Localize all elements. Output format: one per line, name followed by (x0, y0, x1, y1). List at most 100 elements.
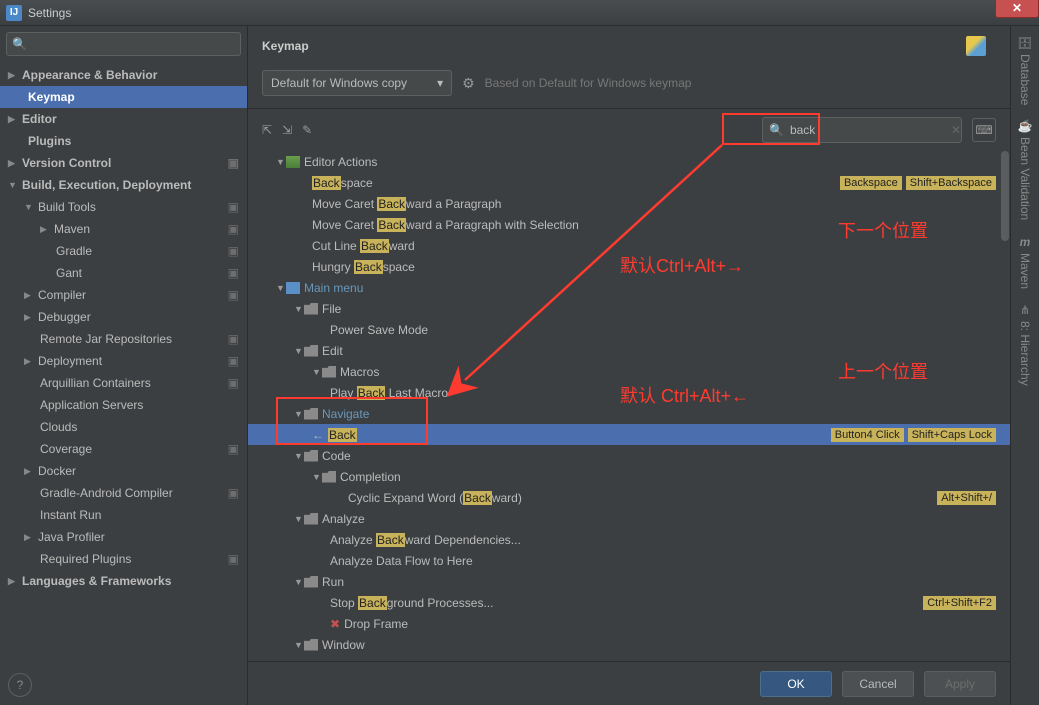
expand-all-icon[interactable]: ⇱ (262, 123, 272, 137)
folder-icon (304, 450, 318, 462)
product-logo-icon (966, 36, 986, 56)
chevron-down-icon: ▾ (437, 76, 443, 90)
folder-icon (304, 576, 318, 588)
based-on-label: Based on Default for Windows keymap (485, 76, 692, 90)
action-cyclic-expand[interactable]: Cyclic Expand Word (Backward) Alt+Shift+… (248, 487, 1010, 508)
action-back[interactable]: ←Back Button4 ClickShift+Caps Lock (248, 424, 1010, 445)
project-icon: ▣ (228, 354, 239, 368)
action-move-caret-para[interactable]: Move Caret Backward a Paragraph (248, 193, 1010, 214)
shortcut-badge: Ctrl+Shift+F2 (923, 596, 996, 610)
sidebar-search-input[interactable] (6, 32, 241, 56)
nav-docker[interactable]: ▶Docker (0, 460, 247, 482)
edit-icon[interactable]: ✎ (302, 123, 312, 137)
database-icon: 🗄 (1017, 36, 1032, 50)
tree-group-code[interactable]: ▼Code (248, 445, 1010, 466)
nav-vcs[interactable]: ▶Version Control▣ (0, 152, 247, 174)
tree-group-run[interactable]: ▼Run (248, 571, 1010, 592)
action-drop-frame[interactable]: ✖Drop Frame (248, 613, 1010, 634)
settings-sidebar: 🔍 ▶Appearance & Behavior Keymap ▶Editor … (0, 26, 248, 705)
nav-languages[interactable]: ▶Languages & Frameworks (0, 570, 247, 592)
find-by-shortcut-button[interactable]: ⌨ (972, 118, 996, 142)
titlebar: IJ Settings ✕ (0, 0, 1039, 26)
shortcut-badge: Backspace (840, 176, 902, 190)
keymap-search-input[interactable] (790, 123, 945, 137)
nav-build-tools[interactable]: ▼Build Tools▣ (0, 196, 247, 218)
help-button[interactable]: ? (8, 673, 32, 697)
tree-group-main-menu[interactable]: ▼Main menu (248, 277, 1010, 298)
project-icon: ▣ (228, 486, 239, 500)
nav-keymap[interactable]: Keymap (0, 86, 247, 108)
back-arrow-icon: ← (312, 428, 324, 442)
nav-editor[interactable]: ▶Editor (0, 108, 247, 130)
tool-window-rail: 🗄Database ☕Bean Validation mMaven ⋔8: Hi… (1010, 26, 1039, 705)
nav-arquillian[interactable]: Arquillian Containers▣ (0, 372, 247, 394)
tree-group-navigate[interactable]: ▼Navigate (248, 403, 1010, 424)
project-icon: ▣ (228, 222, 239, 236)
nav-app-servers[interactable]: Application Servers (0, 394, 247, 416)
project-icon: ▣ (228, 288, 239, 302)
nav-required-plugins[interactable]: Required Plugins▣ (0, 548, 247, 570)
gear-icon[interactable]: ⚙ (462, 75, 475, 92)
action-analyze-flow[interactable]: Analyze Data Flow to Here (248, 550, 1010, 571)
nav-appearance[interactable]: ▶Appearance & Behavior (0, 64, 247, 86)
shortcut-badge: Alt+Shift+/ (937, 491, 996, 505)
tree-group-completion[interactable]: ▼Completion (248, 466, 1010, 487)
settings-nav-tree[interactable]: ▶Appearance & Behavior Keymap ▶Editor Pl… (0, 62, 247, 665)
action-power-save[interactable]: Power Save Mode (248, 319, 1010, 340)
nav-remote-jar[interactable]: Remote Jar Repositories▣ (0, 328, 247, 350)
nav-deployment[interactable]: ▶Deployment▣ (0, 350, 247, 372)
tree-group-macros[interactable]: ▼Macros (248, 361, 1010, 382)
nav-coverage[interactable]: Coverage▣ (0, 438, 247, 460)
clear-icon[interactable]: ✕ (951, 123, 961, 137)
dialog-button-bar: OK Cancel Apply (248, 661, 1010, 705)
keymap-profile-dropdown[interactable]: Default for Windows copy ▾ (262, 70, 452, 96)
tree-group-editor-actions[interactable]: ▼Editor Actions (248, 151, 1010, 172)
rail-maven[interactable]: mMaven (1018, 235, 1032, 289)
folder-icon (304, 303, 318, 315)
rail-bean-validation[interactable]: ☕Bean Validation (1018, 119, 1033, 220)
folder-icon (286, 156, 300, 168)
rail-database[interactable]: 🗄Database (1017, 36, 1032, 105)
action-tree[interactable]: ▼Editor Actions Backspace BackspaceShift… (248, 151, 1010, 705)
action-cut-line-backward[interactable]: Cut Line Backward (248, 235, 1010, 256)
tree-group-window[interactable]: ▼Window (248, 634, 1010, 655)
bean-icon: ☕ (1018, 119, 1033, 133)
tree-group-analyze[interactable]: ▼Analyze (248, 508, 1010, 529)
search-icon: 🔍 (12, 37, 27, 51)
nav-gradle-android[interactable]: Gradle-Android Compiler▣ (0, 482, 247, 504)
nav-plugins[interactable]: Plugins (0, 130, 247, 152)
hierarchy-icon: ⋔ (1020, 303, 1030, 317)
nav-gant[interactable]: Gant▣ (0, 262, 247, 284)
folder-icon (304, 639, 318, 651)
window-title: Settings (28, 6, 71, 20)
project-icon: ▣ (228, 244, 239, 258)
keymap-search-field[interactable]: 🔍 ✕ (762, 117, 962, 143)
collapse-all-icon[interactable]: ⇲ (282, 123, 292, 137)
ok-button[interactable]: OK (760, 671, 832, 697)
nav-build[interactable]: ▼Build, Execution, Deployment (0, 174, 247, 196)
nav-java-profiler[interactable]: ▶Java Profiler (0, 526, 247, 548)
tree-group-file[interactable]: ▼File (248, 298, 1010, 319)
nav-maven[interactable]: ▶Maven▣ (0, 218, 247, 240)
project-icon: ▣ (228, 200, 239, 214)
nav-clouds[interactable]: Clouds (0, 416, 247, 438)
action-play-last-macro[interactable]: Play Back Last Macro (248, 382, 1010, 403)
tree-group-edit[interactable]: ▼Edit (248, 340, 1010, 361)
action-hungry-backspace[interactable]: Hungry Backspace (248, 256, 1010, 277)
nav-compiler[interactable]: ▶Compiler▣ (0, 284, 247, 306)
action-analyze-backward-deps[interactable]: Analyze Backward Dependencies... (248, 529, 1010, 550)
action-stop-bg[interactable]: Stop Background Processes... Ctrl+Shift+… (248, 592, 1010, 613)
folder-icon (322, 366, 336, 378)
action-backspace[interactable]: Backspace BackspaceShift+Backspace (248, 172, 1010, 193)
nav-debugger[interactable]: ▶Debugger (0, 306, 247, 328)
folder-icon (304, 513, 318, 525)
folder-icon (304, 408, 318, 420)
cancel-button[interactable]: Cancel (842, 671, 914, 697)
apply-button[interactable]: Apply (924, 671, 996, 697)
close-button[interactable]: ✕ (995, 0, 1039, 18)
rail-hierarchy[interactable]: ⋔8: Hierarchy (1018, 303, 1032, 386)
nav-instant-run[interactable]: Instant Run (0, 504, 247, 526)
action-move-caret-para-sel[interactable]: Move Caret Backward a Paragraph with Sel… (248, 214, 1010, 235)
breadcrumb: Keymap (248, 26, 1010, 64)
nav-gradle[interactable]: Gradle▣ (0, 240, 247, 262)
